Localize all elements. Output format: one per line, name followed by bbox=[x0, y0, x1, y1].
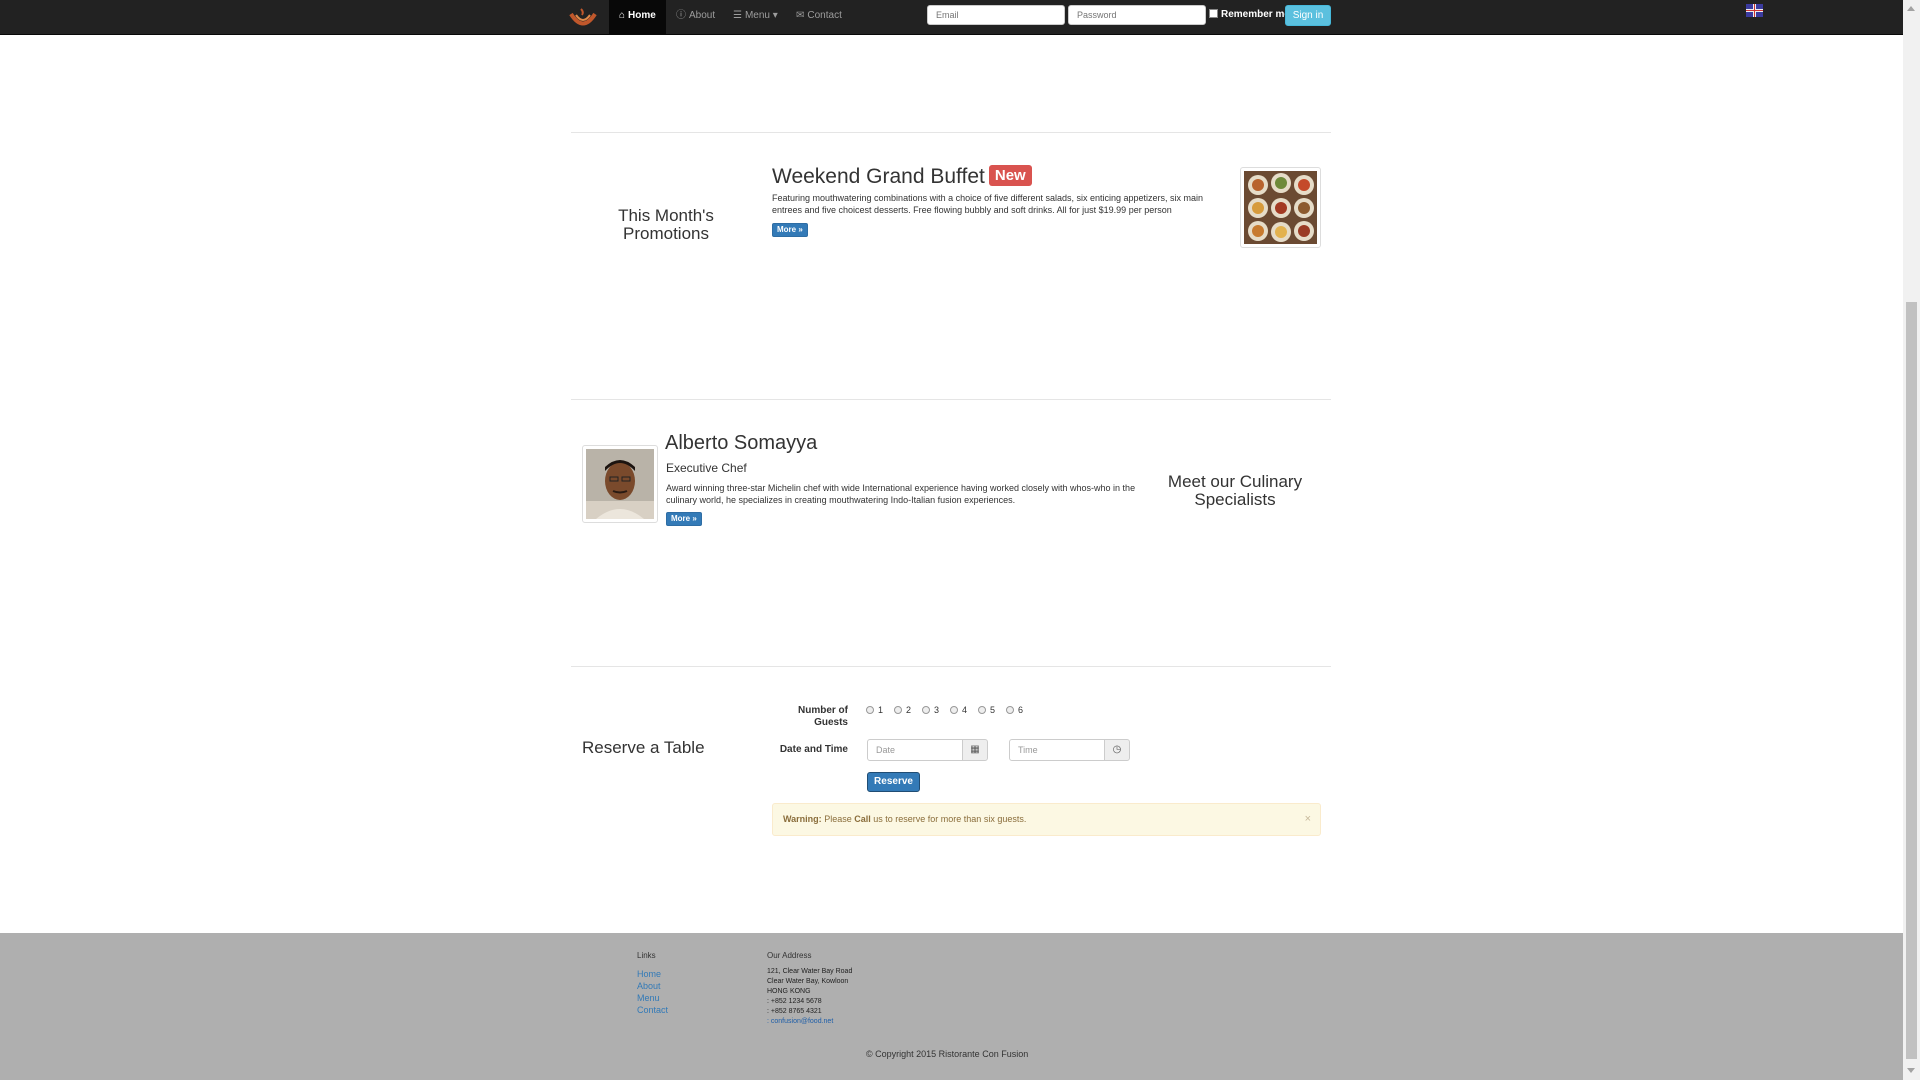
nav-contact[interactable]: ✉ Contact bbox=[786, 0, 852, 34]
guest-radio-label: 4 bbox=[962, 705, 968, 715]
buffet-image bbox=[1240, 167, 1321, 248]
chevron-down-icon: ▾ bbox=[772, 10, 778, 21]
date-input-group: Date ▦ bbox=[867, 739, 989, 761]
warning-strong: Warning: bbox=[783, 814, 822, 824]
reserve-heading: Reserve a Table bbox=[582, 738, 705, 757]
navbar: ⌂Home ⓘAbout ☰Menu ▾ ✉Contact Remember m… bbox=[0, 0, 1903, 35]
list-icon: ☰ bbox=[733, 10, 742, 21]
remember-me[interactable]: Remember me bbox=[1209, 9, 1290, 20]
promotion-title-text: Weekend Grand Buffet bbox=[772, 165, 985, 188]
warning-alert: Warning: Please Call us to reserve for m… bbox=[772, 803, 1321, 836]
nav-menu[interactable]: ☰ Menu ▾ bbox=[723, 0, 788, 34]
chef-heading: Meet our Culinary Specialists bbox=[1167, 472, 1303, 509]
guest-radio-2[interactable]: 2 bbox=[894, 705, 911, 715]
nav-contact-label: Contact bbox=[807, 10, 842, 21]
radio-icon[interactable] bbox=[978, 706, 986, 714]
scroll-down-icon[interactable] bbox=[1907, 1068, 1915, 1073]
copyright: © Copyright 2015 Ristorante Con Fusion bbox=[866, 1049, 1029, 1059]
promotion-more-button[interactable]: More » bbox=[772, 223, 808, 237]
flag-icon[interactable] bbox=[1746, 4, 1763, 17]
guest-radio-5[interactable]: 5 bbox=[978, 705, 995, 715]
nav-home-label: Home bbox=[628, 10, 656, 21]
chef-portrait bbox=[586, 449, 654, 519]
promotion-heading: This Month's Promotions bbox=[618, 206, 714, 243]
email-line: : confusion@food.net bbox=[767, 1017, 833, 1027]
remember-checkbox[interactable] bbox=[1209, 9, 1218, 18]
radio-icon[interactable] bbox=[866, 706, 874, 714]
nav-home[interactable]: ⌂ Home bbox=[609, 0, 666, 34]
guest-radio-1[interactable]: 1 bbox=[866, 705, 883, 715]
chef-description: Award winning three-star Michelin chef w… bbox=[666, 483, 1136, 505]
footer-links-heading: Links bbox=[637, 951, 656, 960]
warning-call: Call bbox=[854, 814, 871, 824]
reserve-button[interactable]: Reserve bbox=[867, 772, 920, 792]
footer-link-menu[interactable]: Menu bbox=[637, 993, 660, 1003]
envelope-icon: ✉ bbox=[796, 10, 805, 21]
password-input[interactable] bbox=[1068, 5, 1206, 25]
scrollbar-thumb[interactable] bbox=[1906, 302, 1917, 1059]
address-line: 121, Clear Water Bay Road bbox=[767, 968, 853, 975]
address-line: Clear Water Bay, Kowloon bbox=[767, 978, 849, 985]
scroll-up-icon[interactable] bbox=[1907, 6, 1915, 11]
phone-line: : +852 1234 5678 bbox=[767, 998, 822, 1005]
warning-text-post: us to reserve for more than six guests. bbox=[873, 814, 1027, 824]
fax-line: : +852 8765 4321 bbox=[767, 1008, 822, 1015]
radio-icon[interactable] bbox=[950, 706, 958, 714]
warning-text: Please bbox=[824, 814, 852, 824]
radio-icon[interactable] bbox=[922, 706, 930, 714]
nav-about-label: About bbox=[689, 10, 716, 21]
signin-button[interactable]: Sign in bbox=[1285, 5, 1331, 26]
calendar-icon[interactable]: ▦ bbox=[962, 739, 988, 761]
footer-link-about[interactable]: About bbox=[637, 981, 661, 991]
guest-radio-label: 3 bbox=[934, 705, 940, 715]
clock-icon[interactable]: ◷ bbox=[1104, 739, 1130, 761]
footer-link-home[interactable]: Home bbox=[637, 969, 661, 979]
guest-radio-4[interactable]: 4 bbox=[950, 705, 967, 715]
email-input[interactable] bbox=[927, 5, 1065, 25]
guest-radio-label: 5 bbox=[990, 705, 996, 715]
close-icon[interactable]: × bbox=[1305, 804, 1311, 835]
guest-radio-label: 6 bbox=[1018, 705, 1024, 715]
new-badge: New bbox=[988, 165, 1032, 186]
divider bbox=[571, 666, 1331, 667]
datetime-label: Date and Time bbox=[779, 744, 848, 755]
footer-address-heading: Our Address bbox=[767, 951, 812, 960]
chef-more-button[interactable]: More » bbox=[666, 512, 702, 526]
footer-link-contact[interactable]: Contact bbox=[637, 1005, 668, 1015]
promotion-description: Featuring mouthwatering combinations wit… bbox=[772, 193, 1204, 215]
logo[interactable] bbox=[568, 3, 598, 31]
info-icon: ⓘ bbox=[676, 10, 686, 21]
guest-radio-label: 1 bbox=[878, 705, 884, 715]
guests-label: Number of Guests bbox=[798, 705, 848, 728]
guest-radio-3[interactable]: 3 bbox=[922, 705, 939, 715]
chef-photo bbox=[582, 445, 658, 523]
divider bbox=[571, 132, 1331, 133]
address-line: HONG KONG bbox=[767, 988, 811, 995]
chef-name: Alberto Somayya bbox=[665, 432, 818, 454]
time-input[interactable]: Time bbox=[1009, 739, 1105, 761]
radio-icon[interactable] bbox=[894, 706, 902, 714]
guest-radio-label: 2 bbox=[906, 705, 912, 715]
chef-role: Executive Chef bbox=[666, 461, 747, 475]
email-link[interactable]: : confusion@food.net bbox=[767, 1018, 833, 1025]
time-input-group: Time ◷ bbox=[1009, 739, 1131, 761]
nav-menu-label: Menu bbox=[744, 10, 770, 21]
remember-label: Remember me bbox=[1221, 9, 1290, 20]
radio-icon[interactable] bbox=[1006, 706, 1014, 714]
nav-about[interactable]: ⓘ About bbox=[666, 0, 725, 34]
date-input[interactable]: Date bbox=[867, 739, 963, 761]
promotion-title: Weekend Grand Buffet New bbox=[772, 165, 1032, 189]
buffet-photo bbox=[1244, 171, 1317, 244]
home-icon: ⌂ bbox=[619, 10, 626, 21]
divider bbox=[571, 399, 1331, 400]
guest-radio-6[interactable]: 6 bbox=[1006, 705, 1023, 715]
